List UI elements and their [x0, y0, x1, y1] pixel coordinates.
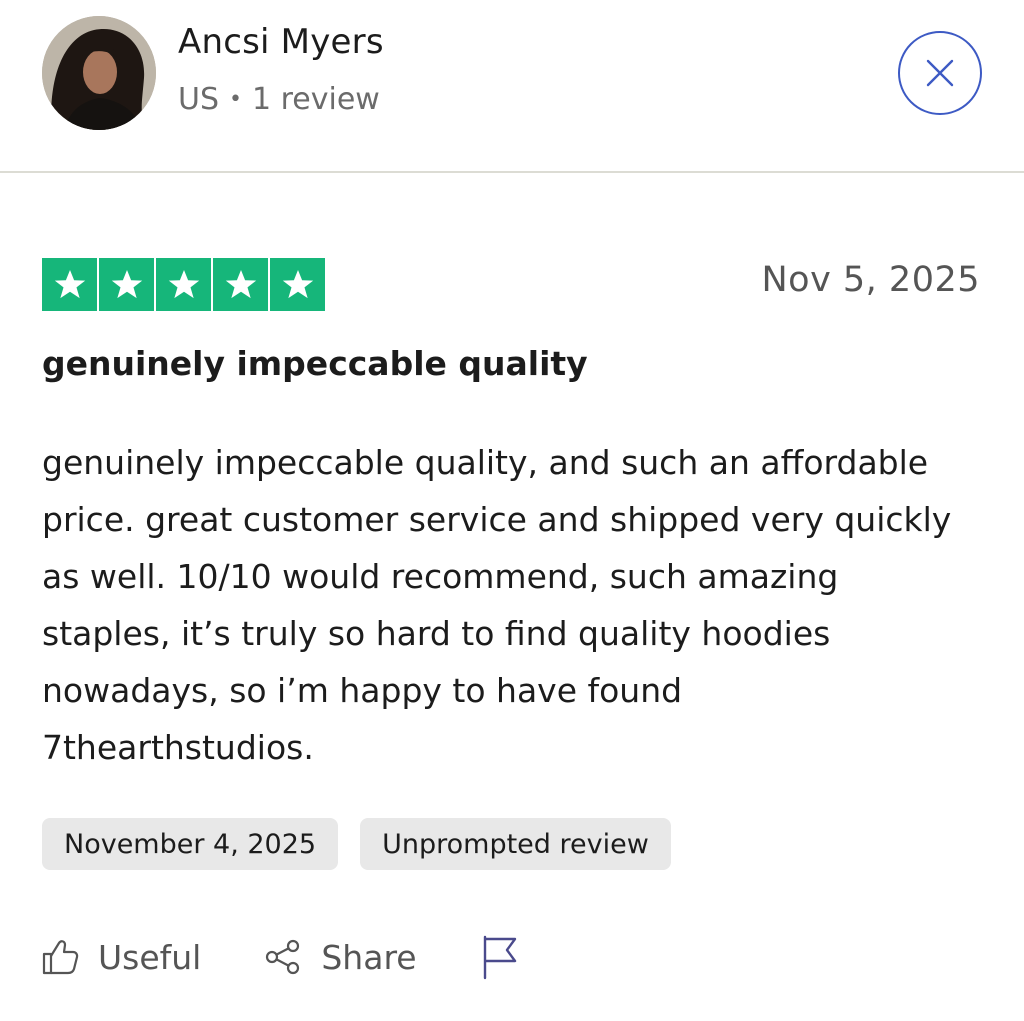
thumbs-up-icon [42, 940, 79, 975]
review-modal: Ancsi Myers US • 1 review Nov 5, 2025 ge… [0, 0, 1024, 1021]
useful-button[interactable]: Useful [40, 937, 201, 977]
share-icon [266, 939, 300, 975]
report-button[interactable] [479, 934, 519, 980]
star-icon [213, 258, 268, 311]
experience-date-tag: November 4, 2025 [42, 818, 339, 870]
share-label: Share [321, 937, 417, 977]
avatar-photo [42, 16, 156, 130]
avatar [42, 16, 156, 130]
reviewer-review-count: 1 review [252, 82, 380, 117]
flag-icon [483, 935, 516, 980]
close-button[interactable] [898, 31, 982, 115]
star-rating [42, 258, 325, 311]
reviewer-header: Ancsi Myers US • 1 review [0, 0, 1024, 173]
review-actions: Useful Share [40, 934, 581, 980]
reviewer-meta: US • 1 review [178, 82, 380, 117]
reviewer-country: US [178, 82, 220, 117]
review-title: genuinely impeccable quality [42, 344, 588, 383]
share-button[interactable]: Share [263, 937, 417, 977]
useful-label: Useful [98, 937, 202, 977]
star-icon [99, 258, 154, 311]
reviewer-name[interactable]: Ancsi Myers [178, 22, 384, 62]
close-icon [926, 59, 954, 87]
unprompted-review-tag[interactable]: Unprompted review [360, 818, 671, 870]
review-tags: November 4, 2025 Unprompted review [42, 818, 671, 870]
meta-separator: • [229, 86, 242, 112]
star-icon [156, 258, 211, 311]
star-icon [42, 258, 97, 311]
review-date: Nov 5, 2025 [761, 260, 980, 300]
review-body: genuinely impeccable quality, and such a… [42, 443, 952, 767]
star-icon [270, 258, 325, 311]
